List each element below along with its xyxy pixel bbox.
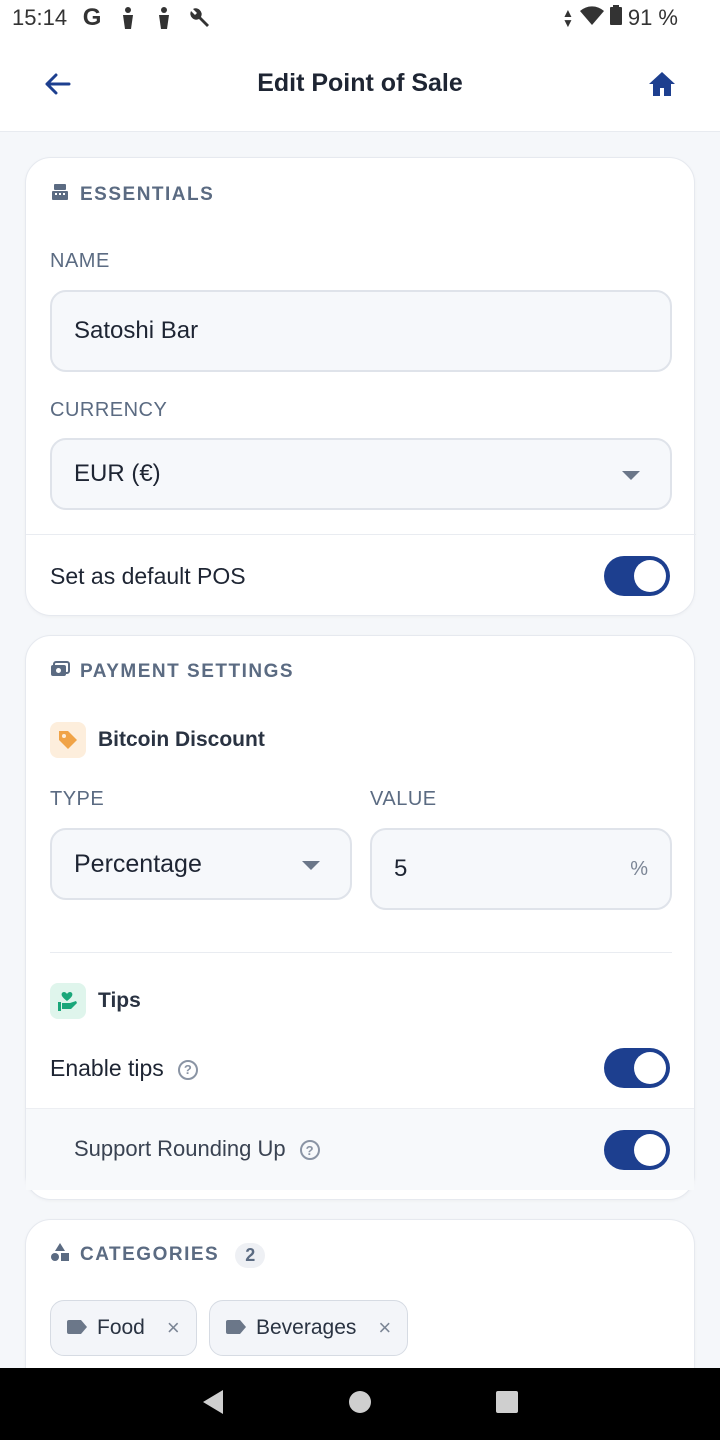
- wrench-icon: [189, 7, 211, 29]
- shapes-icon: [50, 1242, 70, 1268]
- system-nav-bar: [0, 1368, 720, 1440]
- default-pos-label: Set as default POS: [50, 563, 246, 589]
- essentials-card: ESSENTIALS NAME Satoshi Bar CURRENCY EUR…: [25, 157, 696, 616]
- close-icon[interactable]: ×: [167, 1315, 180, 1341]
- essentials-heading-text: ESSENTIALS: [80, 184, 215, 205]
- divider: [26, 534, 696, 535]
- help-icon[interactable]: ?: [177, 1059, 198, 1080]
- home-icon[interactable]: [644, 66, 680, 102]
- currency-label: CURRENCY: [50, 399, 168, 421]
- discount-value: 5: [394, 855, 408, 882]
- name-value: Satoshi Bar: [74, 317, 199, 344]
- close-icon[interactable]: ×: [378, 1315, 391, 1341]
- battery-icon: [609, 5, 622, 31]
- payment-heading: PAYMENT SETTINGS: [50, 660, 294, 684]
- status-time: 15:14: [12, 5, 68, 30]
- categories-heading-text: CATEGORIES: [80, 1244, 220, 1265]
- cash-register-icon: [50, 182, 70, 208]
- essentials-heading: ESSENTIALS: [50, 182, 214, 208]
- label-icon: [226, 1316, 246, 1340]
- value-label: VALUE: [370, 788, 437, 810]
- scroll-content[interactable]: ESSENTIALS NAME Satoshi Bar CURRENCY EUR…: [0, 132, 720, 1368]
- money-icon: [50, 660, 70, 684]
- tag-icon: [50, 722, 86, 758]
- arrow-left-icon[interactable]: [40, 66, 76, 102]
- battery-percent: 91 %: [627, 5, 678, 30]
- toggle-knob: [634, 560, 666, 592]
- wifi-icon: [579, 5, 604, 31]
- toggle-knob: [634, 1134, 666, 1166]
- enable-tips-toggle[interactable]: [604, 1048, 670, 1088]
- accessibility-icon: [117, 7, 139, 29]
- rounding-label: Support Rounding Up?: [74, 1136, 320, 1162]
- payment-settings-card: PAYMENT SETTINGS Bitcoin Discount TYPE V…: [25, 635, 695, 1200]
- toggle-knob: [634, 1052, 666, 1084]
- divider: [50, 952, 672, 953]
- default-pos-toggle[interactable]: [604, 556, 670, 596]
- chevron-down-icon: [622, 471, 640, 480]
- bitcoin-discount-title: Bitcoin Discount: [98, 728, 265, 751]
- page-title: Edit Point of Sale: [257, 69, 463, 97]
- help-icon[interactable]: ?: [299, 1140, 320, 1161]
- chip-label: Beverages: [256, 1316, 357, 1339]
- status-bar: 15:14 G ▲ ▼ 91 %: [0, 0, 720, 36]
- enable-tips-text: Enable tips: [50, 1055, 164, 1081]
- categories-heading: CATEGORIES 2: [50, 1242, 266, 1268]
- name-label: NAME: [50, 250, 110, 272]
- accessibility-icon: [153, 7, 175, 29]
- categories-count-badge: 2: [235, 1242, 266, 1268]
- discount-value-input[interactable]: 5 %: [370, 828, 672, 910]
- percent-unit: %: [630, 857, 648, 880]
- hand-heart-icon: [50, 983, 86, 1019]
- tips-title: Tips: [98, 989, 141, 1012]
- currency-select[interactable]: EUR (€): [50, 438, 672, 510]
- discount-type-select[interactable]: Percentage: [50, 828, 352, 900]
- enable-tips-label: Enable tips?: [50, 1055, 198, 1082]
- home-nav-icon[interactable]: [348, 1390, 372, 1419]
- back-nav-icon[interactable]: [201, 1389, 225, 1420]
- recents-nav-icon[interactable]: [495, 1390, 519, 1419]
- tips-heading: Tips: [50, 983, 141, 1019]
- type-value: Percentage: [74, 849, 202, 878]
- rounding-text: Support Rounding Up: [74, 1136, 286, 1161]
- rounding-toggle[interactable]: [604, 1130, 670, 1170]
- label-icon: [67, 1316, 87, 1340]
- category-chip-food[interactable]: Food ×: [50, 1300, 197, 1356]
- type-label: TYPE: [50, 788, 105, 810]
- chip-label: Food: [97, 1316, 145, 1339]
- name-input[interactable]: Satoshi Bar: [50, 290, 672, 372]
- app-bar: Edit Point of Sale: [0, 36, 720, 132]
- payment-heading-text: PAYMENT SETTINGS: [80, 661, 295, 682]
- chevron-down-icon: [302, 861, 320, 870]
- category-chip-beverages[interactable]: Beverages ×: [209, 1300, 409, 1356]
- google-icon: G: [82, 4, 102, 31]
- currency-value: EUR (€): [74, 460, 161, 487]
- categories-card: CATEGORIES 2 Food × Beverages ×: [25, 1219, 695, 1368]
- data-arrows-icon: ▲ ▼: [561, 6, 574, 30]
- bitcoin-discount-heading: Bitcoin Discount: [50, 722, 265, 758]
